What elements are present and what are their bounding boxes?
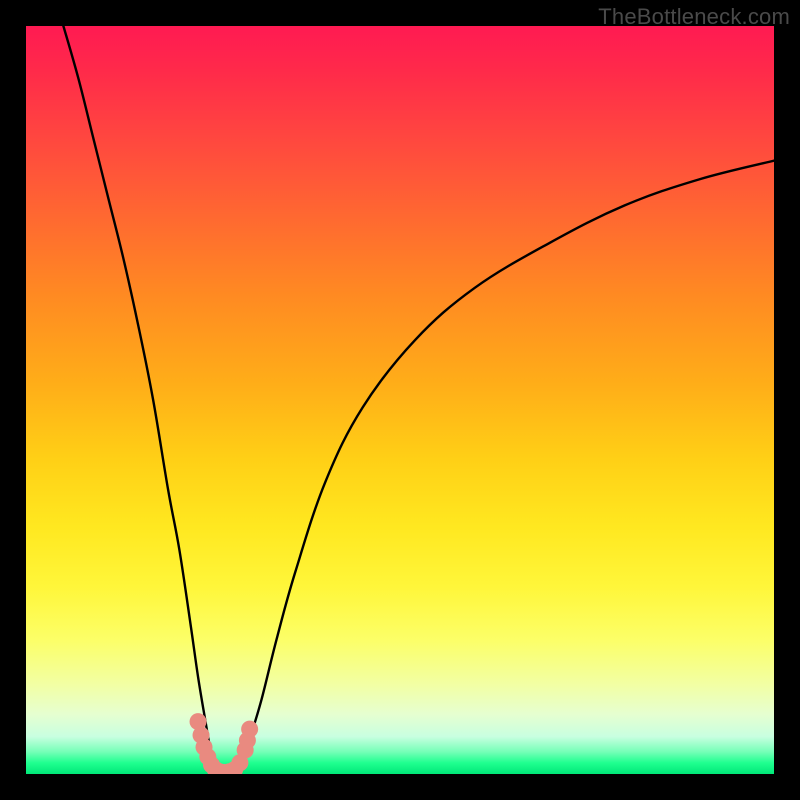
watermark-text: TheBottleneck.com	[598, 4, 790, 30]
data-marker	[241, 721, 258, 738]
right-curve	[235, 161, 774, 771]
chart-svg	[26, 26, 774, 774]
plot-area	[26, 26, 774, 774]
chart-frame: TheBottleneck.com	[0, 0, 800, 800]
marker-layer	[190, 713, 259, 774]
curve-layer	[63, 26, 774, 774]
left-curve	[63, 26, 235, 774]
